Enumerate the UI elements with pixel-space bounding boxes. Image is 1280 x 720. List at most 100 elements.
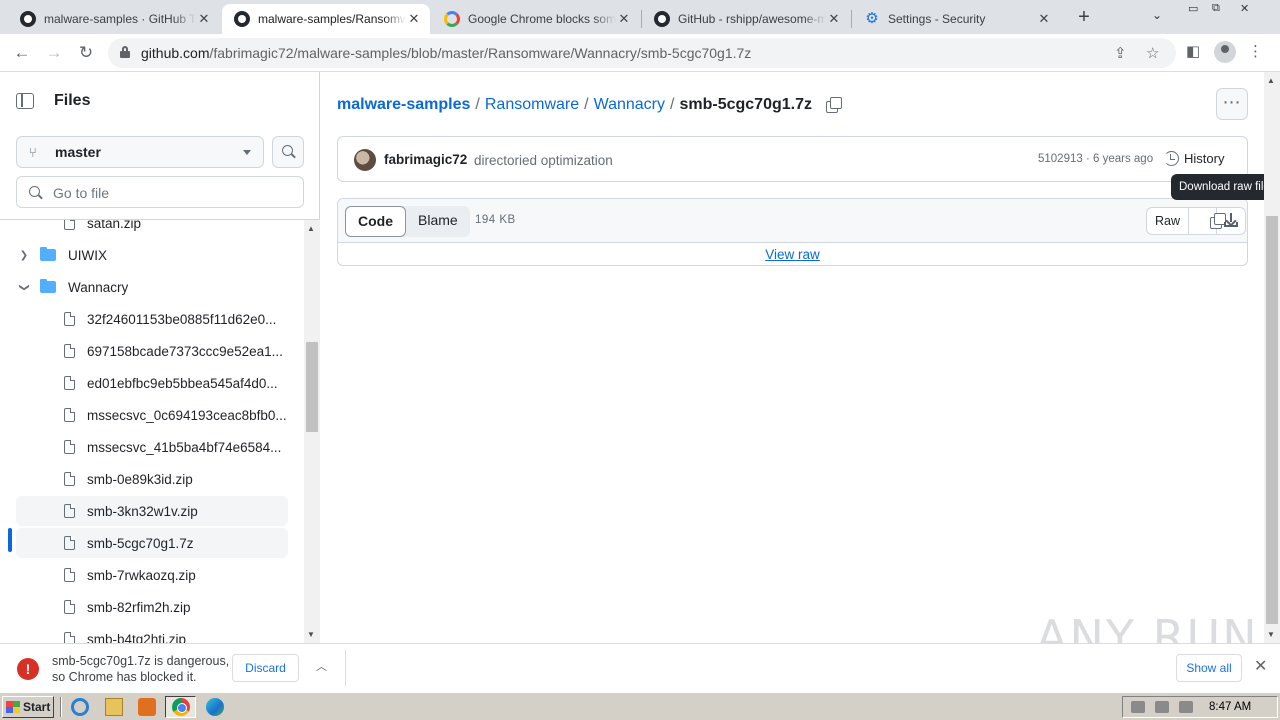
view-raw-link[interactable]: View raw xyxy=(338,244,1247,265)
tab-close-icon[interactable]: ✕ xyxy=(616,11,632,27)
code-tab[interactable]: Code xyxy=(345,206,406,237)
file-tree-sidebar: Files ⑂ master satan.zip ❯ UIWIX ❯ Wanna… xyxy=(0,72,320,643)
commit-author[interactable]: fabrimagic72 xyxy=(384,152,467,167)
branch-selector[interactable]: ⑂ master xyxy=(16,136,264,168)
sidebar-scrollbar-thumb[interactable] xyxy=(306,342,318,432)
browser-tab[interactable]: ⚙ Settings - Security ✕ xyxy=(852,4,1060,34)
search-icon xyxy=(29,186,40,197)
tree-item-file[interactable]: smb-3kn32w1v.zip xyxy=(16,496,288,526)
go-to-file-field[interactable] xyxy=(16,176,304,208)
caret-down-icon xyxy=(243,149,251,155)
breadcrumb: malware-samples / Ransomware / Wannacry … xyxy=(337,96,842,114)
tree-item-folder[interactable]: ❯ UIWIX xyxy=(16,240,288,270)
start-button[interactable]: Start xyxy=(2,696,54,718)
scroll-down-icon[interactable]: ▼ xyxy=(307,630,315,639)
more-options-button[interactable]: ⋯ xyxy=(1216,88,1248,120)
browser-tab[interactable]: GitHub - rshipp/awesome-malw ✕ xyxy=(642,4,850,34)
tree-item-file[interactable]: 697158bcade7373ccc9e52ea1... xyxy=(16,336,288,366)
minimize-icon[interactable]: ▭ xyxy=(1188,2,1198,15)
tab-close-icon[interactable]: ✕ xyxy=(196,11,212,27)
address-bar[interactable]: github.com/fabrimagic72/malware-samples/… xyxy=(108,38,1176,68)
tree-item-file[interactable]: smb-b4tq2hti.zip xyxy=(16,624,288,643)
scroll-up-icon[interactable]: ▲ xyxy=(307,224,315,233)
download-warning: smb-5cgc70g1.7z is dangerous, so Chrome … xyxy=(52,654,230,684)
chevron-up-icon[interactable]: ︿ xyxy=(316,658,327,674)
security-icon[interactable] xyxy=(1179,701,1193,713)
breadcrumb-repo-link[interactable]: malware-samples xyxy=(337,96,470,114)
browser-tab-active[interactable]: malware-samples/Ransomware ✕ xyxy=(222,4,430,34)
go-to-file-input[interactable] xyxy=(53,183,293,203)
file-icon xyxy=(64,471,76,486)
browser-tab[interactable]: Google Chrome blocks some do ✕ xyxy=(432,4,640,34)
file-icon xyxy=(64,439,76,454)
tree-item-file[interactable]: 32f24601153be0885f11d62e0... xyxy=(16,304,288,334)
side-panel-icon[interactable]: ◧ xyxy=(1186,42,1200,60)
copy-path-icon[interactable] xyxy=(825,97,842,113)
url-text[interactable]: github.com/fabrimagic72/malware-samples/… xyxy=(141,45,751,61)
close-icon[interactable]: ✕ xyxy=(1254,656,1267,676)
lock-icon[interactable] xyxy=(120,46,130,58)
download-tooltip: Download raw file xyxy=(1171,174,1265,200)
commit-message[interactable]: directoried optimization xyxy=(474,153,613,168)
page-scroll-up-icon[interactable]: ▲ xyxy=(1267,76,1275,85)
tree-item-file[interactable]: smb-7rwkaozq.zip xyxy=(16,560,288,590)
discard-button[interactable]: Discard xyxy=(232,654,299,682)
chrome-icon[interactable] xyxy=(172,698,190,716)
bookmark-star-icon[interactable]: ☆ xyxy=(1146,44,1159,62)
back-button[interactable]: ← xyxy=(10,41,34,65)
tree-item-file-selected[interactable]: smb-5cgc70g1.7z xyxy=(16,528,288,558)
file-icon xyxy=(64,567,76,582)
search-button[interactable] xyxy=(272,136,304,168)
tab-close-icon[interactable]: ✕ xyxy=(1036,11,1052,27)
breadcrumb-wannacry-link[interactable]: Wannacry xyxy=(594,96,665,114)
internet-explorer-icon[interactable] xyxy=(71,698,89,716)
file-tree: satan.zip ❯ UIWIX ❯ Wannacry 32f24601153… xyxy=(0,220,304,643)
download-raw-button[interactable] xyxy=(1217,208,1245,234)
media-player-icon[interactable] xyxy=(138,698,156,716)
share-icon[interactable]: ⇪ xyxy=(1114,44,1127,62)
volume-icon[interactable] xyxy=(1131,701,1145,713)
chevron-down-icon[interactable]: ❯ xyxy=(19,279,30,295)
edge-icon[interactable] xyxy=(206,698,224,716)
file-icon xyxy=(64,220,76,230)
restore-icon[interactable]: ⧉ xyxy=(1212,2,1220,15)
browser-toolbar: ← → ↻ github.com/fabrimagic72/malware-sa… xyxy=(0,34,1280,72)
tree-item-file[interactable]: mssecsvc_41b5ba4bf74e6584... xyxy=(16,432,288,462)
github-icon xyxy=(654,11,670,27)
tree-item-file[interactable]: ed01ebfbc9eb5bbea545af4d0... xyxy=(16,368,288,398)
tree-item-file[interactable]: smb-82rfim2h.zip xyxy=(16,592,288,622)
browser-tab[interactable]: malware-samples · GitHub Topi ✕ xyxy=(8,4,220,34)
latest-commit-box: fabrimagic72 directoried optimization 51… xyxy=(337,136,1248,182)
forward-button[interactable]: → xyxy=(42,41,66,65)
danger-icon: ! xyxy=(17,658,39,680)
file-icon xyxy=(64,503,76,518)
network-icon[interactable] xyxy=(1155,701,1169,713)
tree-item-file[interactable]: satan.zip xyxy=(16,220,288,238)
tree-item-file[interactable]: mssecsvc_0c694193ceac8bfb0... xyxy=(16,400,288,430)
collapse-sidebar-icon[interactable] xyxy=(16,93,34,109)
page-scrollbar-thumb[interactable] xyxy=(1266,216,1278,624)
tree-item-folder[interactable]: ❯ Wannacry xyxy=(16,272,288,302)
avatar[interactable] xyxy=(354,149,376,171)
copy-raw-button[interactable] xyxy=(1189,208,1227,234)
new-tab-button[interactable]: + xyxy=(1072,6,1096,29)
system-tray: 8:47 AM xyxy=(1122,696,1278,718)
tab-close-icon[interactable]: ✕ xyxy=(406,11,422,27)
tab-search-chevron-icon[interactable]: ⌄ xyxy=(1152,8,1162,22)
commit-meta[interactable]: 5102913 · 6 years ago xyxy=(1038,153,1153,165)
breadcrumb-ransomware-link[interactable]: Ransomware xyxy=(485,96,579,114)
show-all-button[interactable]: Show all xyxy=(1176,654,1242,682)
reload-button[interactable]: ↻ xyxy=(74,41,98,65)
file-explorer-icon[interactable] xyxy=(105,698,123,716)
blame-tab[interactable]: Blame xyxy=(406,206,470,237)
history-button[interactable]: History xyxy=(1164,151,1224,166)
tree-item-file[interactable]: smb-0e89k3id.zip xyxy=(16,464,288,494)
folder-open-icon xyxy=(40,279,56,293)
window-close-icon[interactable]: ✕ xyxy=(1240,2,1249,15)
raw-button[interactable]: Raw xyxy=(1147,208,1190,234)
profile-avatar-icon[interactable] xyxy=(1214,41,1236,63)
chevron-right-icon[interactable]: ❯ xyxy=(16,250,32,261)
menu-icon[interactable]: ⋮ xyxy=(1248,42,1263,60)
page-scroll-down-icon[interactable]: ▼ xyxy=(1267,630,1275,639)
tab-close-icon[interactable]: ✕ xyxy=(826,11,842,27)
